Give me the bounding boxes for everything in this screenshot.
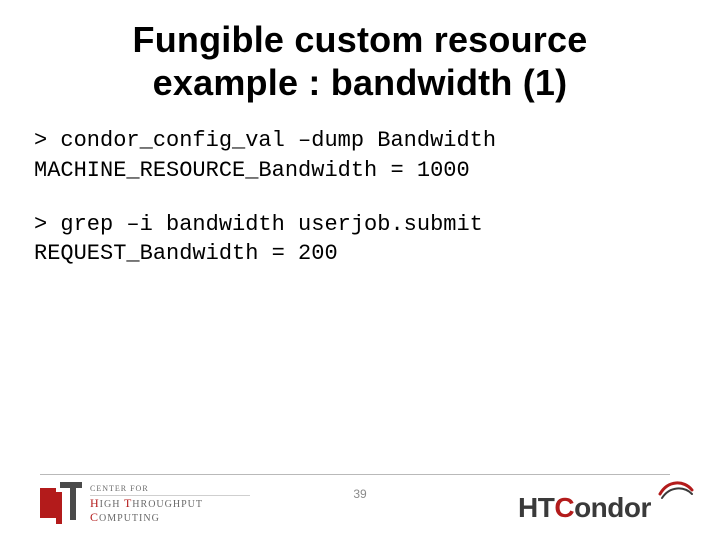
slide-title: Fungible custom resource example : bandw… <box>0 0 720 118</box>
chtc-line1: CENTER FOR <box>90 485 250 493</box>
chtc-line2: HIGH THROUGHPUT <box>90 497 250 511</box>
code-line: > condor_config_val –dump Bandwidth <box>34 126 686 156</box>
footer-divider <box>40 474 670 475</box>
chtc-logo: CENTER FOR HIGH THROUGHPUT COMPUTING <box>40 482 260 524</box>
code-line: REQUEST_Bandwidth = 200 <box>34 239 686 269</box>
htcondor-logo-text: HTCondor <box>518 492 651 524</box>
title-line-2: example : bandwidth (1) <box>153 62 568 103</box>
code-block-2: > grep –i bandwidth userjob.submit REQUE… <box>34 210 686 269</box>
htcondor-logo: HTCondor <box>518 482 698 526</box>
title-line-1: Fungible custom resource <box>133 19 588 60</box>
chtc-mark-icon <box>40 482 82 522</box>
chtc-logo-text: CENTER FOR HIGH THROUGHPUT COMPUTING <box>90 485 250 524</box>
swoosh-icon <box>658 478 694 500</box>
code-line: > grep –i bandwidth userjob.submit <box>34 210 686 240</box>
code-line: MACHINE_RESOURCE_Bandwidth = 1000 <box>34 156 686 186</box>
slide-body: > condor_config_val –dump Bandwidth MACH… <box>0 118 720 269</box>
chtc-line3: COMPUTING <box>90 511 250 525</box>
slide: Fungible custom resource example : bandw… <box>0 0 720 540</box>
code-block-1: > condor_config_val –dump Bandwidth MACH… <box>34 126 686 185</box>
